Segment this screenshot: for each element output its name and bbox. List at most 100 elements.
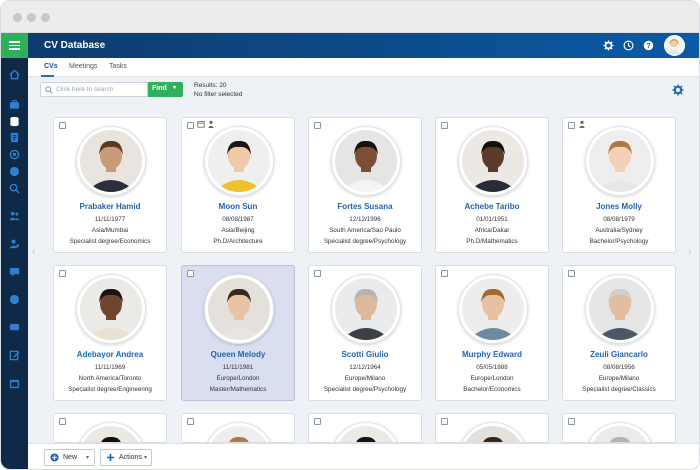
cv-card[interactable]: Scotti Giulio 12/12/1964 Europe/Milano Spec… <box>308 265 422 401</box>
cv-card[interactable]: Moon Sun 08/08/1987 Asia/Beijing Ph.D/Archi… <box>181 117 295 253</box>
card-checkbox[interactable] <box>568 270 575 277</box>
profile-photo <box>80 426 142 442</box>
chevron-down-icon[interactable]: ▾ <box>144 454 147 461</box>
calendar-icon[interactable] <box>9 378 20 389</box>
window-control-dot[interactable] <box>41 13 50 22</box>
profile-photo-frame <box>204 422 274 442</box>
chevron-down-icon[interactable]: ▾ <box>86 454 89 461</box>
gear-icon[interactable] <box>672 84 684 96</box>
tab-cvs[interactable]: CVs <box>44 63 58 70</box>
profile-photo <box>208 130 270 192</box>
cv-card[interactable] <box>181 413 295 443</box>
chevron-left-icon[interactable]: ‹ <box>32 246 35 257</box>
location: Europe/London <box>216 375 260 382</box>
cv-card[interactable]: Zeuli Giancarlo 08/08/1956 Europe/Milano Sp… <box>562 265 676 401</box>
tab-bar: CVs Meetings Tasks <box>28 58 699 77</box>
user-settings-icon[interactable] <box>9 238 20 249</box>
card-checkbox[interactable] <box>314 418 321 425</box>
profile-photo-frame <box>76 274 146 344</box>
search-icon[interactable] <box>9 183 20 194</box>
briefcase-icon[interactable] <box>9 99 20 110</box>
candidate-name[interactable]: Moon Sun <box>182 202 294 211</box>
cv-card[interactable]: Murphy Edward 05/05/1988 Europe/London Bach… <box>435 265 549 401</box>
cv-card[interactable]: Fortes Susana 12/12/1996 South America/Sao… <box>308 117 422 253</box>
birth-date: 01/01/1951 <box>476 216 508 223</box>
comments-icon[interactable] <box>9 322 20 333</box>
cv-card[interactable]: Jones Molly 08/08/1979 Australia/Sydney Bac… <box>562 117 676 253</box>
cv-card[interactable] <box>562 413 676 443</box>
home-icon[interactable] <box>9 69 20 80</box>
birth-date: 08/08/1979 <box>603 216 635 223</box>
card-checkbox[interactable] <box>59 122 66 129</box>
find-button[interactable]: Find ▾ <box>148 82 183 97</box>
gear-icon[interactable] <box>603 40 614 51</box>
profile-photo-frame <box>204 126 274 196</box>
cv-card[interactable] <box>435 413 549 443</box>
plus-circle-icon <box>50 453 59 462</box>
candidate-name[interactable]: Murphy Edward <box>436 350 548 359</box>
card-checkbox[interactable] <box>441 270 448 277</box>
card-checkbox[interactable] <box>441 418 448 425</box>
profile-photo-frame <box>458 274 528 344</box>
card-checkbox[interactable] <box>187 122 194 129</box>
card-checkbox[interactable] <box>314 270 321 277</box>
users-icon[interactable] <box>9 210 20 221</box>
candidate-name[interactable]: Prabaker Hamid <box>54 202 166 211</box>
user-avatar[interactable] <box>664 35 685 56</box>
card-checkbox[interactable] <box>187 270 194 277</box>
tab-meetings[interactable]: Meetings <box>69 63 97 70</box>
card-checkbox[interactable] <box>59 418 66 425</box>
globe-icon[interactable] <box>9 294 20 305</box>
window-control-dot[interactable] <box>27 13 36 22</box>
profile-photo-frame <box>76 126 146 196</box>
card-checkbox[interactable] <box>441 122 448 129</box>
candidate-name[interactable]: Fortes Susana <box>309 202 421 211</box>
profile-photo-frame <box>458 126 528 196</box>
search-placeholder: Click here to search <box>56 86 114 93</box>
profile-photo <box>589 426 651 442</box>
birth-date: 08/08/1987 <box>222 216 254 223</box>
candidate-name[interactable]: Queen Melody <box>182 350 294 359</box>
cv-card[interactable]: Queen Melody 11/11/1981 Europe/London Maste… <box>181 265 295 401</box>
clock-icon[interactable] <box>623 40 634 51</box>
candidate-name[interactable]: Jones Molly <box>563 202 675 211</box>
message-icon[interactable] <box>9 266 20 277</box>
card-checkbox[interactable] <box>568 418 575 425</box>
cv-card[interactable] <box>53 413 167 443</box>
document-icon[interactable] <box>9 132 20 143</box>
candidate-name[interactable]: Scotti Giulio <box>309 350 421 359</box>
profile-photo <box>335 130 397 192</box>
window-control-dot[interactable] <box>13 13 22 22</box>
chevron-down-icon[interactable]: ▾ <box>173 84 176 91</box>
edit-icon[interactable] <box>9 350 20 361</box>
cv-card[interactable]: Achebe Taribo 01/01/1951 Africa/Dakar Ph.D/… <box>435 117 549 253</box>
location: Africa/Dakar <box>474 227 510 234</box>
card-checkbox[interactable] <box>187 418 194 425</box>
profile-photo <box>462 130 524 192</box>
card-checkbox[interactable] <box>314 122 321 129</box>
database-icon[interactable] <box>9 116 20 127</box>
bottom-action-bar: New ▾ Actions ▾ <box>28 443 699 469</box>
new-button[interactable]: New ▾ <box>44 449 95 466</box>
profile-photo-frame <box>585 422 655 442</box>
candidate-name[interactable]: Achebe Taribo <box>436 202 548 211</box>
tab-tasks[interactable]: Tasks <box>109 63 127 70</box>
chevron-right-icon[interactable]: › <box>688 246 691 257</box>
degree: Bachelor/Psychology <box>589 238 649 245</box>
card-status-icons <box>578 120 586 130</box>
cv-card[interactable]: Adebayor Andrea 11/11/1969 North America/T… <box>53 265 167 401</box>
candidate-name[interactable]: Zeuli Giancarlo <box>563 350 675 359</box>
actions-button[interactable]: Actions ▾ <box>100 449 152 466</box>
card-checkbox[interactable] <box>59 270 66 277</box>
menu-icon[interactable] <box>1 33 28 58</box>
active-tab-indicator <box>41 75 54 77</box>
profile-photo-frame <box>204 274 274 344</box>
cv-card[interactable]: Prabaker Hamid 11/11/1977 Asia/Mumbai Speci… <box>53 117 167 253</box>
target-icon[interactable] <box>9 149 20 160</box>
card-checkbox[interactable] <box>568 122 575 129</box>
chat-icon[interactable] <box>9 166 20 177</box>
cv-card[interactable] <box>308 413 422 443</box>
help-icon[interactable]: ? <box>643 40 654 51</box>
candidate-name[interactable]: Adebayor Andrea <box>54 350 166 359</box>
search-input[interactable]: Click here to search <box>40 82 148 97</box>
